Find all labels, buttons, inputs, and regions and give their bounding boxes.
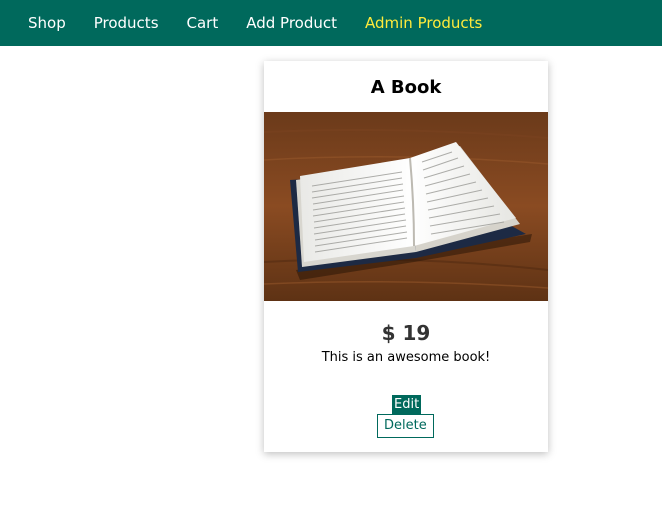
edit-button[interactable]: Edit [392,395,422,415]
nav-item-admin-products[interactable]: Admin Products [365,14,482,32]
product-image [264,112,548,301]
main-nav: Shop Products Cart Add Product Admin Pro… [0,0,662,46]
nav-item-cart[interactable]: Cart [187,14,219,32]
nav-list: Shop Products Cart Add Product Admin Pro… [0,0,662,46]
main-header: Shop Products Cart Add Product Admin Pro… [0,0,662,46]
nav-item-add-product[interactable]: Add Product [246,14,337,32]
delete-button[interactable]: Delete [377,414,434,438]
nav-item-products[interactable]: Products [94,14,159,32]
product-title: A Book [370,77,442,98]
product-description: This is an awesome book! [321,350,491,365]
product-card: A Book $ 19 This is an awesome book! Edi… [264,61,548,452]
open-book-photo [264,112,548,301]
nav-item-shop[interactable]: Shop [28,14,66,32]
product-price: $ 19 [381,321,431,345]
